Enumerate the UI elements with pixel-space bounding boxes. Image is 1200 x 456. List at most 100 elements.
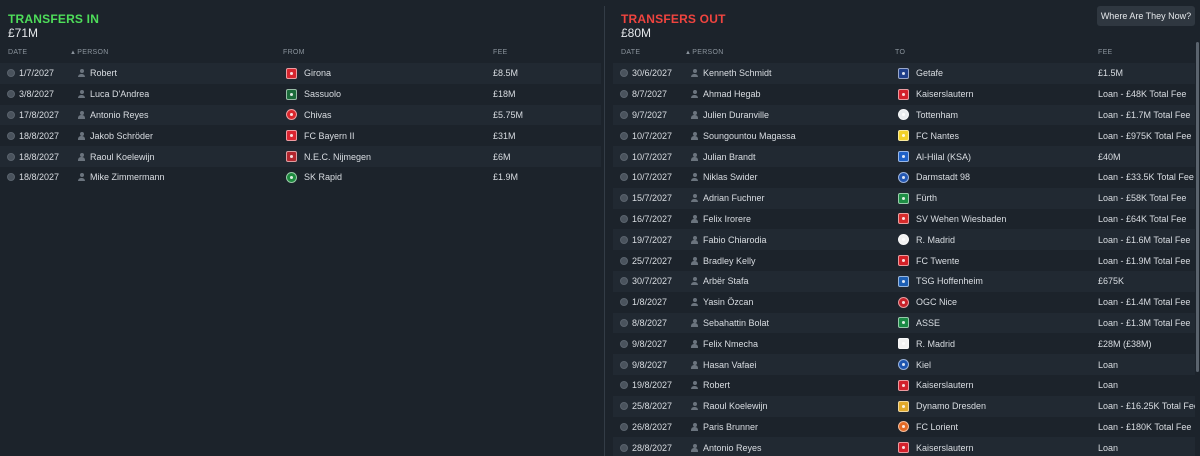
club-cell[interactable]: Kiel (898, 354, 931, 375)
person-cell[interactable]: Felix Irorere (691, 209, 751, 230)
club-cell[interactable]: R. Madrid (898, 333, 955, 354)
person-name[interactable]: Arbër Stafa (703, 276, 749, 286)
person-cell[interactable]: Yasin Özcan (691, 292, 753, 313)
person-cell[interactable]: Raoul Koelewijn (78, 146, 155, 167)
person-cell[interactable]: Paris Brunner (691, 417, 758, 438)
col-from[interactable]: FROM (283, 49, 305, 56)
club-name[interactable]: Kiel (916, 360, 931, 370)
club-name[interactable]: R. Madrid (916, 235, 955, 245)
club-cell[interactable]: R. Madrid (898, 229, 955, 250)
person-cell[interactable]: Antonio Reyes (691, 437, 762, 456)
table-row[interactable]: 18/8/2027 Raoul Koelewijn N.E.C. Nijmegen £… (0, 146, 601, 167)
club-name[interactable]: Kaiserslautern (916, 380, 974, 390)
person-cell[interactable]: Julien Duranville (691, 105, 769, 126)
club-cell[interactable]: Kaiserslautern (898, 84, 974, 105)
person-cell[interactable]: Julian Brandt (691, 146, 756, 167)
person-cell[interactable]: Bradley Kelly (691, 250, 756, 271)
table-row[interactable]: 30/7/2027 Arbër Stafa TSG Hoffenheim £675K (613, 270, 1195, 292)
person-name[interactable]: Antonio Reyes (703, 443, 762, 453)
club-name[interactable]: R. Madrid (916, 339, 955, 349)
scrollbar[interactable] (1195, 0, 1200, 456)
club-cell[interactable]: SK Rapid (286, 167, 342, 188)
person-name[interactable]: Fabio Chiarodia (703, 235, 767, 245)
person-name[interactable]: Ahmad Hegab (703, 89, 761, 99)
person-cell[interactable]: Kenneth Schmidt (691, 63, 772, 84)
club-name[interactable]: Getafe (916, 68, 943, 78)
person-name[interactable]: Robert (90, 68, 117, 78)
person-name[interactable]: Julien Duranville (703, 110, 769, 120)
person-cell[interactable]: Mike Zimmermann (78, 167, 165, 188)
club-name[interactable]: SV Wehen Wiesbaden (916, 214, 1006, 224)
table-row[interactable]: 1/7/2027 Robert Girona £8.5M (0, 63, 601, 84)
table-row[interactable]: 8/8/2027 Sebahattin Bolat ASSE Loan - £1.3M… (613, 312, 1195, 334)
person-name[interactable]: Antonio Reyes (90, 110, 149, 120)
person-cell[interactable]: Jakob Schröder (78, 125, 153, 146)
club-name[interactable]: Al-Hilal (KSA) (916, 152, 971, 162)
person-name[interactable]: Niklas Swider (703, 172, 758, 182)
table-row[interactable]: 28/8/2027 Antonio Reyes Kaiserslautern Loan (613, 437, 1195, 456)
col-fee[interactable]: FEE (493, 49, 508, 56)
club-cell[interactable]: Dynamo Dresden (898, 396, 986, 417)
person-name[interactable]: Julian Brandt (703, 152, 756, 162)
club-cell[interactable]: Al-Hilal (KSA) (898, 146, 971, 167)
club-name[interactable]: SK Rapid (304, 172, 342, 182)
club-name[interactable]: Dynamo Dresden (916, 401, 986, 411)
person-cell[interactable]: Luca D'Andrea (78, 84, 149, 105)
table-row[interactable]: 17/8/2027 Antonio Reyes Chivas £5.75M (0, 104, 601, 126)
club-cell[interactable]: ASSE (898, 313, 940, 334)
club-cell[interactable]: OGC Nice (898, 292, 957, 313)
where-are-they-now-button[interactable]: Where Are They Now? (1097, 6, 1195, 26)
person-name[interactable]: Mike Zimmermann (90, 172, 165, 182)
club-cell[interactable]: SV Wehen Wiesbaden (898, 209, 1006, 230)
table-row[interactable]: 15/7/2027 Adrian Fuchner Fürth Loan - £58K … (613, 187, 1195, 209)
col-date[interactable]: DATE (8, 49, 27, 56)
person-name[interactable]: Felix Irorere (703, 214, 751, 224)
col-person[interactable]: ▲PERSON (70, 49, 109, 56)
club-name[interactable]: Kaiserslautern (916, 443, 974, 453)
club-cell[interactable]: Fürth (898, 188, 937, 209)
table-row[interactable]: 10/7/2027 Niklas Swider Darmstadt 98 Loan -… (613, 166, 1195, 188)
club-cell[interactable]: Kaiserslautern (898, 375, 974, 396)
person-name[interactable]: Jakob Schröder (90, 131, 153, 141)
person-cell[interactable]: Felix Nmecha (691, 333, 758, 354)
person-cell[interactable]: Ahmad Hegab (691, 84, 761, 105)
table-row[interactable]: 26/8/2027 Paris Brunner FC Lorient Loan - £… (613, 416, 1195, 438)
table-row[interactable]: 9/8/2027 Felix Nmecha R. Madrid £28M (£38M) (613, 333, 1195, 355)
person-cell[interactable]: Hasan Vafaei (691, 354, 756, 375)
person-name[interactable]: Raoul Koelewijn (703, 401, 768, 411)
club-name[interactable]: OGC Nice (916, 297, 957, 307)
table-row[interactable]: 19/7/2027 Fabio Chiarodia R. Madrid Loan - … (613, 229, 1195, 251)
table-row[interactable]: 18/8/2027 Jakob Schröder FC Bayern II £31M (0, 125, 601, 147)
table-row[interactable]: 18/8/2027 Mike Zimmermann SK Rapid £1.9M (0, 166, 601, 188)
table-row[interactable]: 30/6/2027 Kenneth Schmidt Getafe £1.5M (613, 63, 1195, 84)
club-name[interactable]: Tottenham (916, 110, 958, 120)
club-cell[interactable]: TSG Hoffenheim (898, 271, 983, 292)
col-date[interactable]: DATE (621, 49, 640, 56)
club-cell[interactable]: FC Lorient (898, 417, 958, 438)
club-cell[interactable]: Darmstadt 98 (898, 167, 970, 188)
person-name[interactable]: Hasan Vafaei (703, 360, 756, 370)
club-cell[interactable]: FC Twente (898, 250, 959, 271)
club-name[interactable]: FC Twente (916, 256, 959, 266)
person-cell[interactable]: Sebahattin Bolat (691, 313, 769, 334)
club-cell[interactable]: Girona (286, 63, 331, 84)
table-row[interactable]: 9/7/2027 Julien Duranville Tottenham Loan -… (613, 104, 1195, 126)
club-cell[interactable]: FC Nantes (898, 125, 959, 146)
person-cell[interactable]: Fabio Chiarodia (691, 229, 767, 250)
club-cell[interactable]: N.E.C. Nijmegen (286, 146, 371, 167)
col-fee[interactable]: FEE (1098, 49, 1113, 56)
person-cell[interactable]: Adrian Fuchner (691, 188, 765, 209)
table-row[interactable]: 3/8/2027 Luca D'Andrea Sassuolo £18M (0, 83, 601, 105)
club-name[interactable]: ASSE (916, 318, 940, 328)
club-name[interactable]: Sassuolo (304, 89, 341, 99)
table-row[interactable]: 1/8/2027 Yasin Özcan OGC Nice Loan - £1.4M … (613, 291, 1195, 313)
person-name[interactable]: Paris Brunner (703, 422, 758, 432)
person-name[interactable]: Yasin Özcan (703, 297, 753, 307)
table-row[interactable]: 10/7/2027 Julian Brandt Al-Hilal (KSA) £40M (613, 146, 1195, 167)
club-name[interactable]: N.E.C. Nijmegen (304, 152, 371, 162)
club-name[interactable]: FC Bayern II (304, 131, 355, 141)
club-cell[interactable]: Getafe (898, 63, 943, 84)
table-row[interactable]: 9/8/2027 Hasan Vafaei Kiel Loan (613, 354, 1195, 375)
person-cell[interactable]: Robert (691, 375, 730, 396)
club-cell[interactable]: Chivas (286, 105, 332, 126)
